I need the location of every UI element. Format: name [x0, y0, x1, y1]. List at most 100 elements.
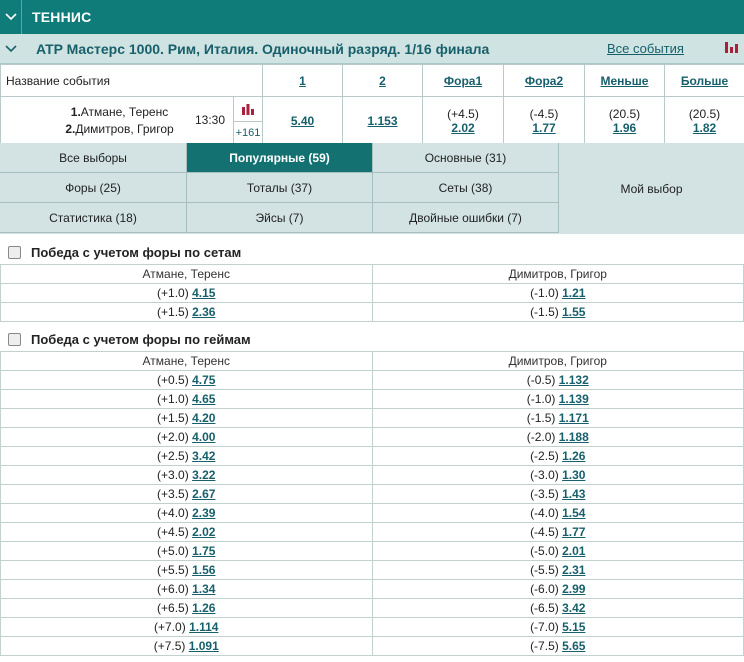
event-players[interactable]: 1.Атмане, Теренс 2.Димитров, Григор 13:3…	[0, 96, 234, 145]
col-header-less[interactable]: Меньше	[584, 64, 665, 97]
odd-player1[interactable]: (+5.0) 1.75	[0, 541, 373, 561]
chevron-down-icon[interactable]	[0, 34, 22, 64]
col-header-more[interactable]: Больше	[664, 64, 744, 97]
odd-player1[interactable]: (+6.0) 1.34	[0, 579, 373, 599]
odd-player2[interactable]: (-4.5) 1.77	[371, 522, 744, 542]
odd-player1[interactable]: (+1.0) 4.65	[0, 389, 373, 409]
col-header-2[interactable]: 2	[342, 64, 423, 97]
all-events-link[interactable]: Все события	[607, 41, 684, 56]
odd-value[interactable]: 1.091	[189, 639, 219, 653]
odd-value[interactable]: 5.65	[562, 639, 585, 653]
tab-all[interactable]: Все выборы	[0, 143, 187, 173]
odd-value[interactable]: 3.42	[562, 601, 585, 615]
tab-main[interactable]: Основные (31)	[373, 143, 559, 173]
odd-value[interactable]: 1.26	[562, 449, 585, 463]
tab-aces[interactable]: Эйсы (7)	[187, 203, 373, 233]
tab-sets[interactable]: Сеты (38)	[373, 173, 559, 203]
odd-value[interactable]: 5.15	[562, 620, 585, 634]
odd-value[interactable]: 2.39	[192, 506, 215, 520]
tab-double-faults[interactable]: Двойные ошибки (7)	[373, 203, 559, 233]
tab-totals[interactable]: Тоталы (37)	[187, 173, 373, 203]
odd-value[interactable]: 1.132	[559, 373, 589, 387]
odd-less[interactable]: (20.5) 1.96	[584, 96, 665, 145]
odd-player1[interactable]: (+2.0) 4.00	[0, 427, 373, 447]
odd-player2[interactable]: (-3.5) 1.43	[371, 484, 744, 504]
odd-value[interactable]: 1.139	[559, 392, 589, 406]
odd-player2[interactable]: (-0.5) 1.132	[371, 370, 744, 390]
odd-more[interactable]: (20.5) 1.82	[664, 96, 744, 145]
odd-player1[interactable]: (+3.0) 3.22	[0, 465, 373, 485]
col-header-1[interactable]: 1	[262, 64, 343, 97]
odd-player2[interactable]: (-2.0) 1.188	[371, 427, 744, 447]
odd-player1[interactable]: (+1.5) 4.20	[0, 408, 373, 428]
odd-value[interactable]: 4.20	[192, 411, 215, 425]
odd-value[interactable]: 1.171	[559, 411, 589, 425]
odd-player1[interactable]: (+4.5) 2.02	[0, 522, 373, 542]
odd-value[interactable]: 1.21	[562, 286, 585, 300]
odd-value[interactable]: 4.65	[192, 392, 215, 406]
odd-player2[interactable]: (-4.0) 1.54	[371, 503, 744, 523]
odd-player2[interactable]: (-1.0) 1.139	[371, 389, 744, 409]
odd-value[interactable]: 2.02	[192, 525, 215, 539]
odd-value[interactable]: 1.26	[192, 601, 215, 615]
odd-player2[interactable]: (-2.5) 1.26	[371, 446, 744, 466]
odd-player2[interactable]: (-7.5) 5.65	[371, 636, 744, 656]
odd-2[interactable]: 1.153	[342, 96, 423, 145]
odd-player1[interactable]: (+1.0) 4.15	[0, 283, 373, 303]
odd-player2[interactable]: (-6.0) 2.99	[371, 579, 744, 599]
odd-value[interactable]: 2.31	[562, 563, 585, 577]
odd-value[interactable]: 4.00	[192, 430, 215, 444]
market-games-header[interactable]: Победа с учетом форы по геймам	[0, 324, 744, 354]
odd-value[interactable]: 1.56	[192, 563, 215, 577]
odd-player1[interactable]: (+0.5) 4.75	[0, 370, 373, 390]
odd-player1[interactable]: (+5.5) 1.56	[0, 560, 373, 580]
odd-fora1[interactable]: (+4.5) 2.02	[422, 96, 504, 145]
odd-value[interactable]: 4.75	[192, 373, 215, 387]
market-checkbox[interactable]	[8, 245, 21, 259]
odd-value[interactable]: 3.42	[192, 449, 215, 463]
odd-player2[interactable]: (-1.5) 1.171	[371, 408, 744, 428]
odd-value[interactable]: 1.77	[562, 525, 585, 539]
odd-player2[interactable]: (-6.5) 3.42	[371, 598, 744, 618]
odd-value[interactable]: 3.22	[192, 468, 215, 482]
col-header-fora2[interactable]: Фора2	[503, 64, 585, 97]
odd-player1[interactable]: (+1.5) 2.36	[0, 302, 373, 322]
odd-player1[interactable]: (+3.5) 2.67	[0, 484, 373, 504]
odd-player1[interactable]: (+4.0) 2.39	[0, 503, 373, 523]
odd-value[interactable]: 2.36	[192, 305, 215, 319]
odd-value[interactable]: 4.15	[192, 286, 215, 300]
bar-chart-icon[interactable]	[234, 98, 262, 122]
odd-value[interactable]: 1.114	[189, 620, 218, 634]
odd-fora2[interactable]: (-4.5) 1.77	[503, 96, 585, 145]
tab-popular[interactable]: Популярные (59)	[187, 143, 373, 173]
market-sets-header[interactable]: Победа с учетом форы по сетам	[0, 237, 744, 267]
odd-player2[interactable]: (-5.0) 2.01	[371, 541, 744, 561]
odd-value[interactable]: 2.99	[562, 582, 585, 596]
odd-value[interactable]: 1.75	[192, 544, 215, 558]
odd-player2[interactable]: (-3.0) 1.30	[371, 465, 744, 485]
odd-value[interactable]: 2.01	[562, 544, 585, 558]
tab-fora[interactable]: Форы (25)	[0, 173, 187, 203]
odd-value[interactable]: 2.67	[192, 487, 215, 501]
sport-header[interactable]: ТЕННИС	[0, 0, 744, 34]
market-checkbox[interactable]	[8, 332, 21, 346]
odd-value[interactable]: 1.188	[559, 430, 589, 444]
odd-player2[interactable]: (-7.0) 5.15	[371, 617, 744, 637]
odd-value[interactable]: 1.55	[562, 305, 585, 319]
odd-value[interactable]: 1.54	[562, 506, 585, 520]
tab-stats[interactable]: Статистика (18)	[0, 203, 187, 233]
odd-value[interactable]: 1.34	[192, 582, 215, 596]
odd-player1[interactable]: (+7.0) 1.114	[0, 617, 373, 637]
chevron-down-icon[interactable]	[0, 0, 22, 34]
odd-player1[interactable]: (+7.5) 1.091	[0, 636, 373, 656]
odd-player2[interactable]: (-5.5) 2.31	[371, 560, 744, 580]
bar-chart-icon[interactable]	[724, 40, 738, 57]
odd-1[interactable]: 5.40	[262, 96, 343, 145]
odd-value[interactable]: 1.30	[562, 468, 585, 482]
odd-player2[interactable]: (-1.0) 1.21	[371, 283, 744, 303]
odd-player1[interactable]: (+2.5) 3.42	[0, 446, 373, 466]
tab-my-choice[interactable]: Мой выбор	[559, 143, 744, 234]
more-bets-count[interactable]: +161	[234, 122, 262, 144]
odd-player2[interactable]: (-1.5) 1.55	[371, 302, 744, 322]
odd-value[interactable]: 1.43	[562, 487, 585, 501]
